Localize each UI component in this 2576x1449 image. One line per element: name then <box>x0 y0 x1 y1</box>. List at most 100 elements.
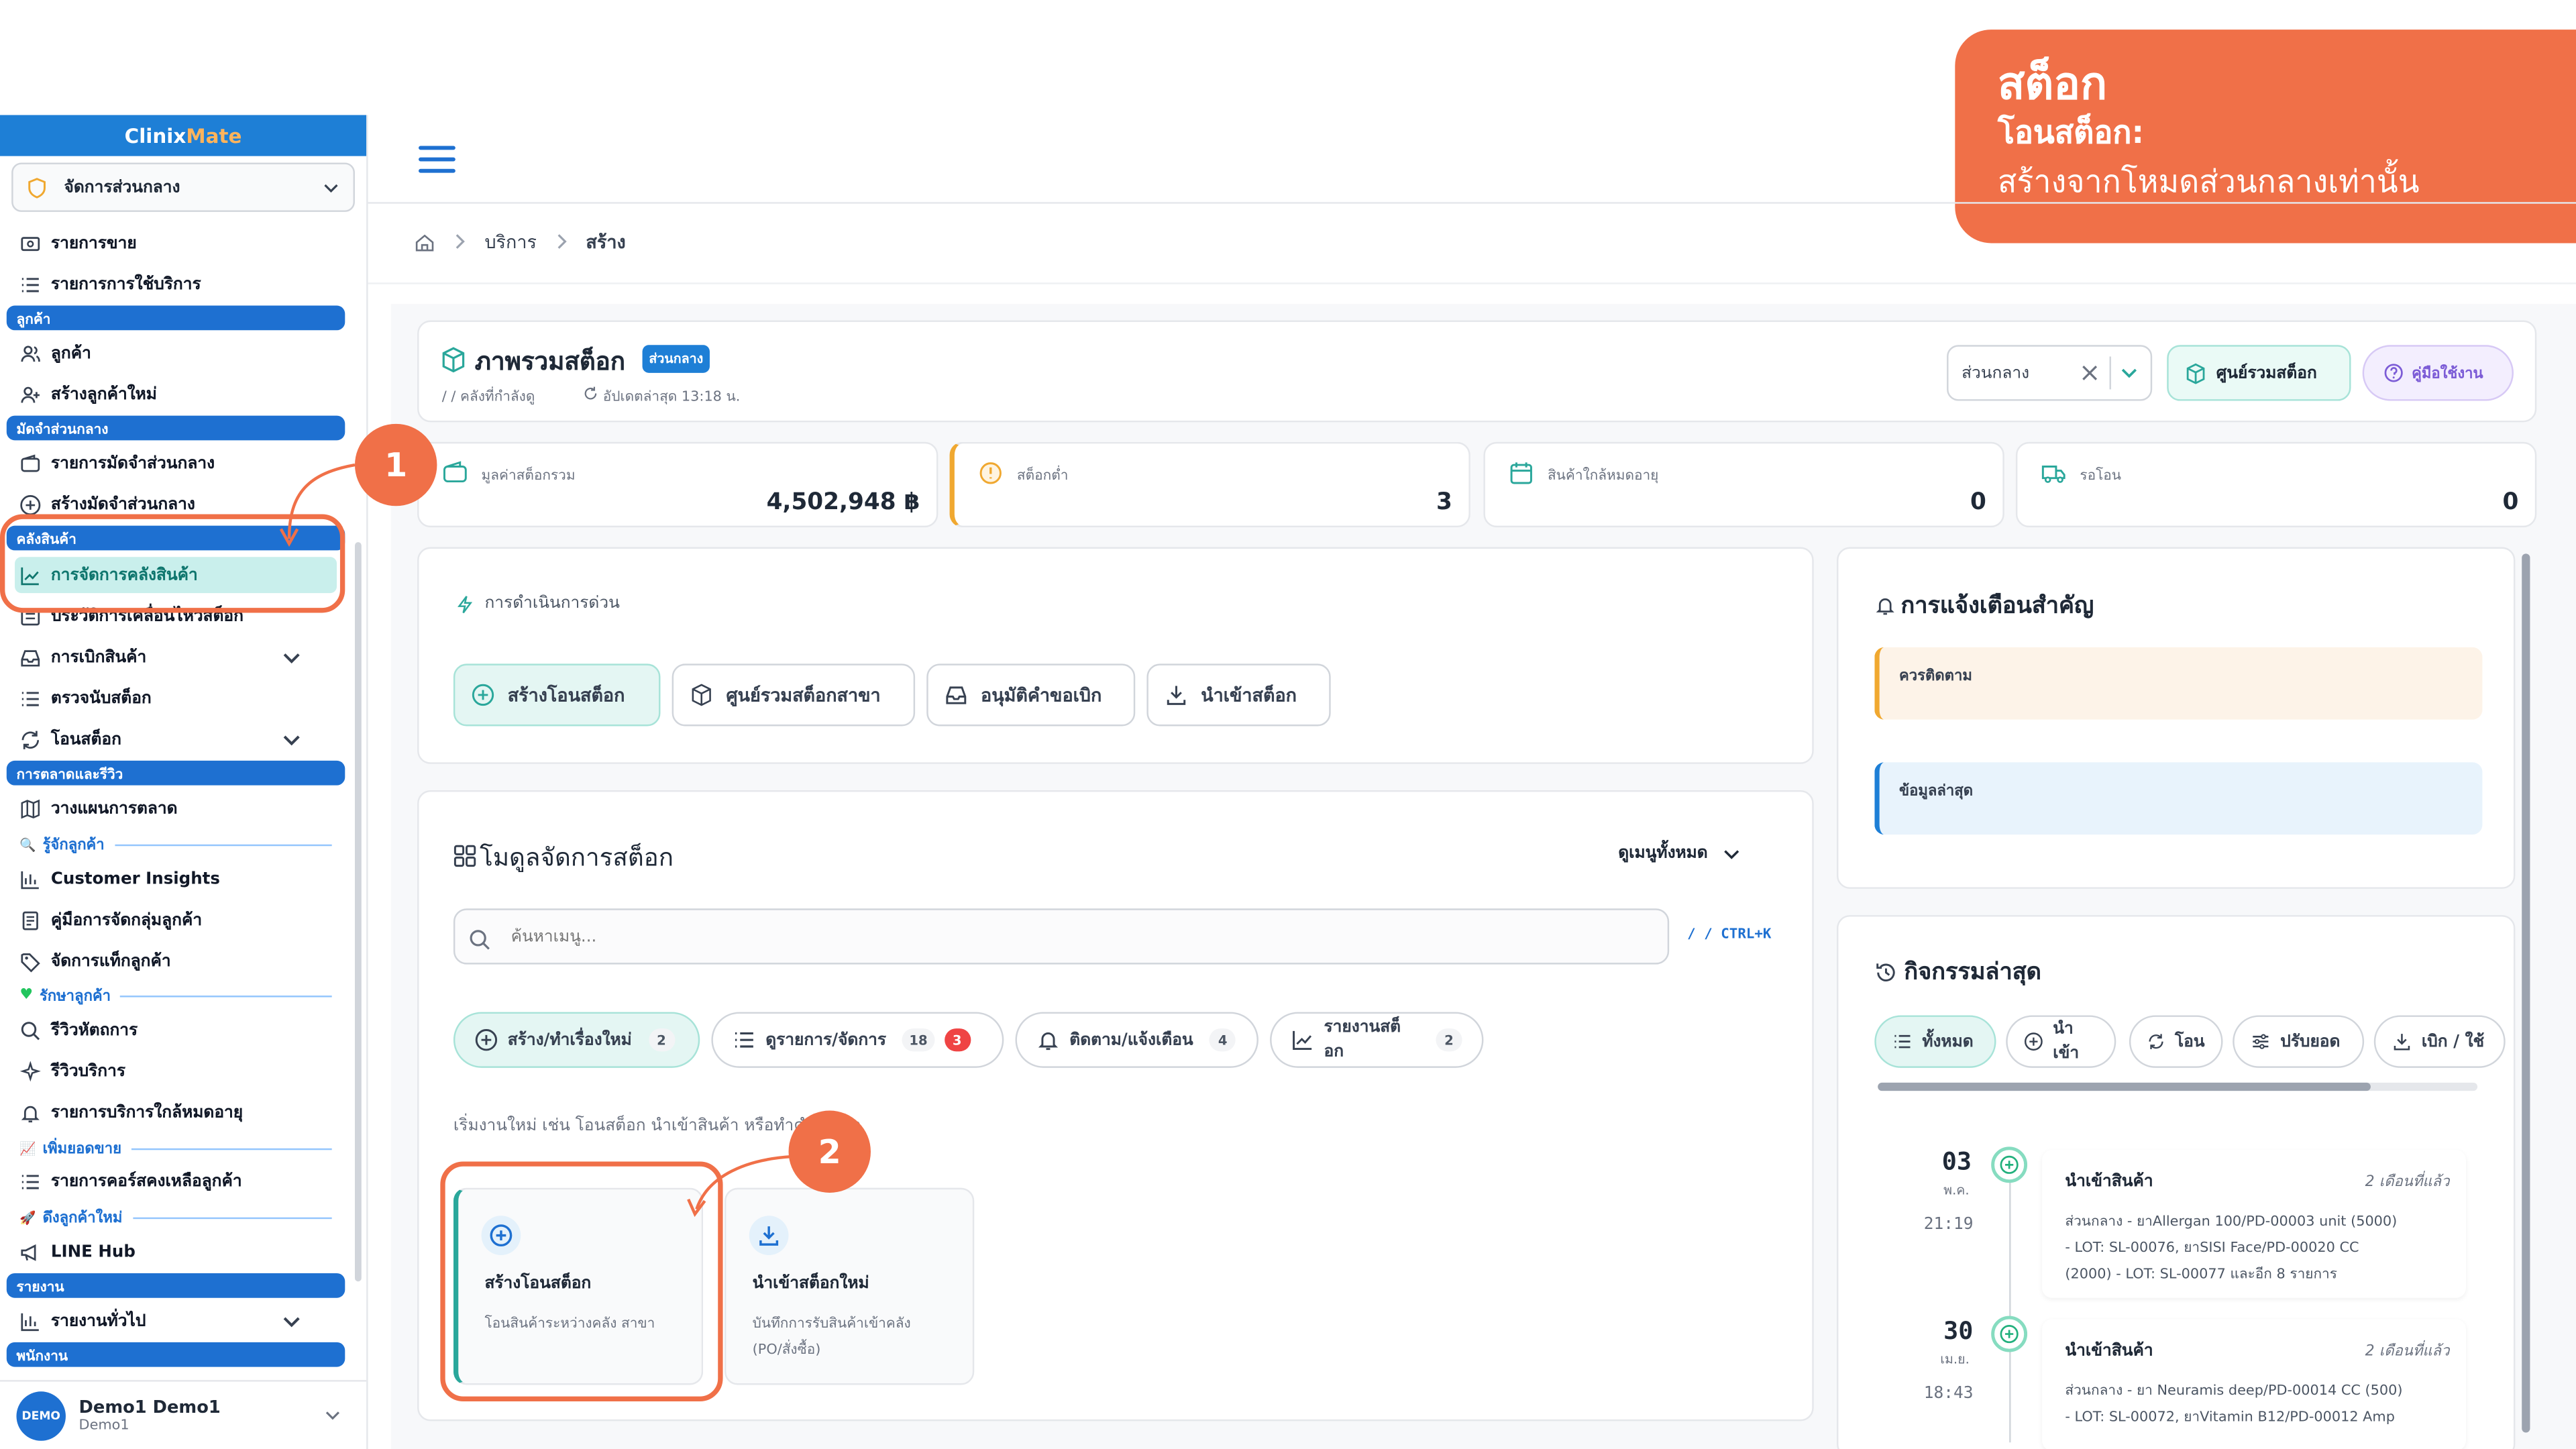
stat-pending-transfer[interactable]: รอโอน 0 <box>2015 441 2537 528</box>
stock-center-button[interactable]: ศูนย์รวมสต็อก <box>2167 345 2351 401</box>
activity-tab-withdraw[interactable]: เบิก / ใช้ <box>2373 1015 2506 1068</box>
sparkle-icon <box>19 1060 41 1082</box>
banner-subtitle: โอนสต็อก: <box>1997 115 2145 152</box>
box-icon <box>2185 362 2206 384</box>
desc-line: - LOT: SL-00072, ยาVitamin B12/PD-00012 … <box>2065 1409 2395 1426</box>
mode-selector[interactable]: จัดการส่วนกลาง <box>11 162 355 212</box>
nav-deposit-list[interactable]: รายการมัดจำส่วนกลาง <box>19 447 331 480</box>
user-guide-button[interactable]: คู่มือใช้งาน <box>2362 345 2514 401</box>
nav-marketing-plan[interactable]: วางแผนการตลาด <box>19 792 331 824</box>
chart-line-icon <box>1291 1028 1314 1051</box>
nav-review-service[interactable]: รีวิวบริการ <box>19 1055 331 1087</box>
module-desc-2: (PO/สั่งซื้อ) <box>752 1342 821 1359</box>
search-icon <box>468 928 491 951</box>
module-import-stock[interactable]: นำเข้าสต็อกใหม่ บันทึกการรับสินค้าเข้าคล… <box>724 1187 975 1385</box>
section-report: รายงาน <box>6 1273 345 1298</box>
magnifier-emoji-icon: 🔍 <box>19 837 36 852</box>
nav-withdraw[interactable]: การเบิกสินค้า <box>19 641 331 674</box>
list-icon <box>19 1171 41 1192</box>
view-all-menu-button[interactable]: ดูเมนูทั้งหมด <box>1618 841 1740 866</box>
chip-stock-report[interactable]: รายงานสต็อก 2 <box>1270 1012 1484 1068</box>
home-icon[interactable] <box>414 231 435 252</box>
right-scrollbar[interactable] <box>2522 553 2530 1433</box>
approve-requests-label: อนุมัติคำขอเบิก <box>981 685 1102 707</box>
stat-value: 0 <box>2502 489 2519 516</box>
alert-latest[interactable]: ข้อมูลล่าสุด <box>1874 762 2483 835</box>
chevron-down-icon[interactable] <box>281 729 303 750</box>
activity-tab-import[interactable]: นำเข้า <box>2006 1015 2116 1068</box>
chip-label: สร้าง/ทำเรื่องใหม่ <box>507 1030 632 1049</box>
create-transfer-button[interactable]: สร้างโอนสต็อก <box>453 663 661 727</box>
module-desc: บันทึกการรับสินค้าเข้าคลัง <box>752 1316 911 1333</box>
map-icon <box>19 798 41 819</box>
alert-follow-up[interactable]: ควรติดตาม <box>1874 647 2483 720</box>
sidebar-scrollbar[interactable] <box>354 542 362 1282</box>
nav-stock-transfer[interactable]: โอนสต็อก <box>19 723 331 756</box>
import-stock-button[interactable]: นำเข้าสต็อก <box>1146 663 1331 727</box>
bell-icon <box>19 1102 41 1123</box>
chip-view-manage[interactable]: ดูรายการ/จัดการ 18 3 <box>711 1012 1004 1068</box>
nav-label: รายการบริการใกล้หมดอายุ <box>50 1103 244 1122</box>
bar-chart-icon <box>19 1310 41 1332</box>
activity-time: 21:19 <box>1923 1216 1974 1234</box>
chip-tracking[interactable]: ติดตาม/แจ้งเตือน 4 <box>1015 1012 1258 1068</box>
mode-selector-label: จัดการส่วนกลาง <box>64 178 180 197</box>
nav-review-treatment[interactable]: รีวิวหัตถการ <box>19 1014 331 1046</box>
nav-customer[interactable]: ลูกค้า <box>19 337 331 370</box>
activity-title: กิจกรรมล่าสุด <box>1904 959 2041 986</box>
calendar-icon <box>1508 460 1534 486</box>
checklist-icon <box>19 688 41 709</box>
activity-item-title: นำเข้าสินค้า <box>2065 1173 2153 1191</box>
chevron-down-icon[interactable] <box>281 647 303 668</box>
modules-title: โมดูลจัดการสต็อก <box>480 843 674 873</box>
activity-item[interactable]: นำเข้าสินค้า 2 เดือนที่แล้ว ส่วนกลาง - ย… <box>2042 1319 2466 1449</box>
annotation-highlight-1 <box>0 514 345 613</box>
chip-create-new[interactable]: สร้าง/ทำเรื่องใหม่ 2 <box>453 1012 700 1068</box>
nav-new-customer[interactable]: สร้างลูกค้าใหม่ <box>19 378 331 411</box>
section-marketing: การตลาดและรีวิว <box>6 760 345 786</box>
nav-report-general[interactable]: รายงานทั่วไป <box>19 1305 331 1338</box>
nav-remaining-course[interactable]: รายการคอร์สคงเหลือลูกค้า <box>19 1165 331 1197</box>
chevron-down-icon[interactable] <box>281 1310 303 1332</box>
annotation-highlight-2 <box>440 1161 723 1401</box>
activity-item[interactable]: นำเข้าสินค้า 2 เดือนที่แล้ว ส่วนกลาง - ย… <box>2042 1150 2466 1298</box>
stat-low-stock[interactable]: สต็อกต่ำ 3 <box>949 441 1470 528</box>
nav-label: รายงานทั่วไป <box>50 1311 146 1330</box>
menu-search-input[interactable] <box>511 927 1497 946</box>
menu-search-field[interactable] <box>453 908 1670 965</box>
nav-stock-count[interactable]: ตรวจนับสต็อก <box>19 682 331 714</box>
nav-tags[interactable]: จัดการแท็กลูกค้า <box>19 945 331 977</box>
user-sub: Demo1 <box>78 1417 129 1434</box>
user-profile[interactable]: DEMO Demo1 Demo1 Demo1 <box>0 1380 367 1449</box>
breadcrumb-service[interactable]: บริการ <box>484 227 536 256</box>
nav-line-hub[interactable]: LINE Hub <box>19 1236 331 1269</box>
download-icon <box>1165 684 1187 706</box>
tabs-scroll-track[interactable] <box>1878 1082 2478 1091</box>
nav-near-expiry-service[interactable]: รายการบริการใกล้หมดอายุ <box>19 1095 331 1128</box>
warehouse-select[interactable]: ส่วนกลาง <box>1947 345 2153 401</box>
approve-requests-button[interactable]: อนุมัติคำขอเบิก <box>926 663 1136 727</box>
subsection-new-customer: 🚀 ดึงลูกค้าใหม่ <box>19 1206 332 1229</box>
stat-total-value: มูลค่าสต็อกรวม 4,502,948 ฿ <box>417 441 938 528</box>
activity-item-ago: 2 เดือนที่แล้ว <box>2365 1344 2450 1360</box>
chevron-down-icon[interactable] <box>323 1406 341 1424</box>
brand-name-accent: Mate <box>186 123 242 148</box>
activity-tab-transfer[interactable]: โอน <box>2129 1015 2223 1068</box>
clear-icon[interactable] <box>2080 363 2099 382</box>
nav-service-list[interactable]: รายการการใช้บริการ <box>19 268 331 301</box>
activity-tab-adjust[interactable]: ปรับยอด <box>2233 1015 2365 1068</box>
activity-tab-all[interactable]: ทั้งหมด <box>1874 1015 1996 1068</box>
hamburger-menu-icon[interactable] <box>417 142 457 178</box>
grid-icon <box>453 845 476 867</box>
timeline-plus-icon <box>1991 1146 2028 1183</box>
tabs-scroll-thumb[interactable] <box>1878 1082 2371 1091</box>
chevron-down-icon[interactable] <box>2119 363 2139 382</box>
branch-stock-center-label: ศูนย์รวมสต็อกสาขา <box>726 685 881 707</box>
alert-latest-label: ข้อมูลล่าสุด <box>1899 784 1974 800</box>
section-customer: ลูกค้า <box>6 305 345 331</box>
nav-segment-guide[interactable]: คู่มือการจัดกลุ่มลูกค้า <box>19 904 331 936</box>
nav-sales[interactable]: รายการขาย <box>19 227 331 260</box>
nav-customer-insights[interactable]: Customer Insights <box>19 863 331 896</box>
stat-near-expiry[interactable]: สินค้าใกล้หมดอายุ 0 <box>1483 441 2004 528</box>
branch-stock-center-button[interactable]: ศูนย์รวมสต็อกสาขา <box>672 663 916 727</box>
